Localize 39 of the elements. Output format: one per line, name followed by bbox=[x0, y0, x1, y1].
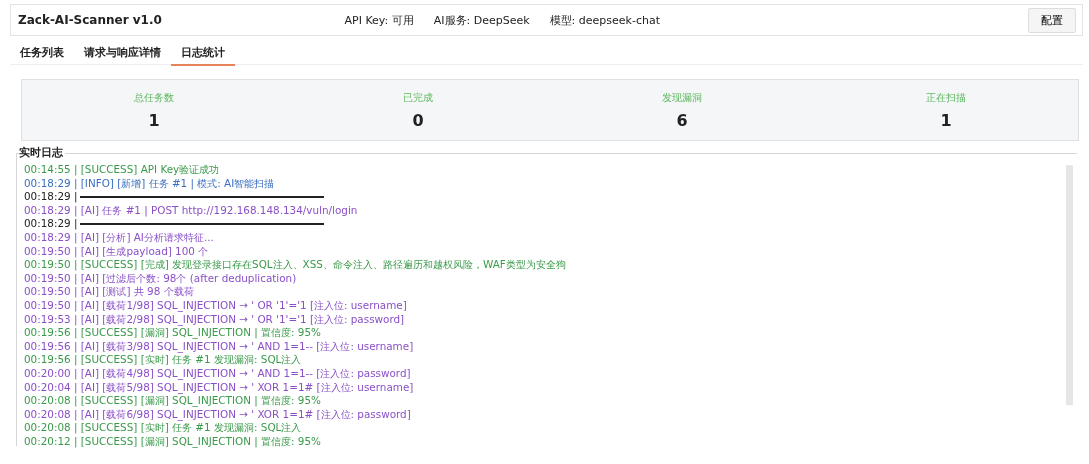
log-title: 实时日志 bbox=[19, 146, 65, 160]
stat-label: 发现漏洞 bbox=[662, 90, 702, 105]
status-text: 模型: deepseek-chat bbox=[549, 12, 660, 28]
log-line: 00:18:29 | [AI] 任务 #1 | POST http://192.168.148.134/vuln/login bbox=[24, 203, 358, 218]
log-line: 00:18:29 | [INFO] [新增] 任务 #1 | 模式: AI智能扫描 bbox=[24, 176, 275, 191]
status-text: AI服务: DeepSeek bbox=[433, 12, 530, 28]
log-line: 00:20:08 | [SUCCESS] [实时] 任务 #1 发现漏洞: SQL注入 bbox=[24, 421, 302, 435]
config-button[interactable]: 配置 bbox=[1028, 7, 1076, 33]
log-line: 00:19:50 | [AI] [过滤后个数: 98个 (after deduplication) bbox=[24, 271, 297, 286]
log-line: 00:19:56 | [AI] [载荷3/98] SQL_INJECTION → ' AND 1=1-- [注入位: username] bbox=[24, 339, 414, 354]
log-line: 00:18:29 | bbox=[24, 217, 78, 231]
log-line: 00:19:50 | [AI] [测试] 共 98 个载荷 bbox=[24, 285, 194, 299]
status-text: API Key: 可用 bbox=[344, 12, 414, 28]
log-line: 00:19:50 | [SUCCESS] [完成] 发现登录接口存在SQL注入、XSS、命令注入、路径遍历和越权风险，WAF类型为安全狗 bbox=[24, 258, 566, 272]
stat-value: 1 bbox=[940, 110, 952, 130]
log-line: 00:19:50 | [AI] [载荷1/98] SQL_INJECTION → ' OR '1'='1 [注入位: username] bbox=[24, 298, 407, 313]
log-line: 00:19:53 | [AI] [载荷2/98] SQL_INJECTION → ' OR '1'='1 [注入位: password] bbox=[24, 312, 405, 327]
tab[interactable]: 任务列表 bbox=[10, 42, 74, 66]
stat-label: 正在扫描 bbox=[926, 90, 966, 105]
log-line: 00:19:56 | [SUCCESS] [实时] 任务 #1 发现漏洞: SQL注入 bbox=[24, 353, 302, 367]
stat-value: 6 bbox=[676, 110, 688, 130]
stat-value: 0 bbox=[412, 110, 424, 130]
log-line: 00:18:29 | [AI] [分析] AI分析请求特征... bbox=[24, 230, 214, 245]
scrollbar[interactable] bbox=[1066, 165, 1073, 405]
log-line: 00:20:04 | [AI] [载荷5/98] SQL_INJECTION → ' XOR 1=1# [注入位: username] bbox=[24, 380, 414, 395]
tab[interactable]: 日志统计 bbox=[171, 42, 235, 66]
log-line: 00:20:00 | [AI] [载荷4/98] SQL_INJECTION → ' AND 1=1-- [注入位: password] bbox=[24, 366, 411, 381]
tab[interactable]: 请求与响应详情 bbox=[74, 42, 171, 66]
log-line: 00:20:08 | [AI] [载荷6/98] SQL_INJECTION → ' XOR 1=1# [注入位: password] bbox=[24, 407, 411, 422]
app-title: Zack-AI-Scanner v1.0 bbox=[18, 13, 163, 27]
log-line: 00:20:12 | [SUCCESS] [漏洞] SQL_INJECTION | 置信度: 95% bbox=[24, 434, 321, 449]
stat-label: 总任务数 bbox=[134, 90, 174, 105]
stat-label: 已完成 bbox=[403, 90, 433, 105]
log-line: 00:19:56 | [SUCCESS] [漏洞] SQL_INJECTION | 置信度: 95% bbox=[24, 326, 321, 340]
log-line: 00:20:08 | [SUCCESS] [漏洞] SQL_INJECTION | 置信度: 95% bbox=[24, 394, 321, 408]
log-line: 00:14:55 | [SUCCESS] API Key验证成功 bbox=[24, 163, 220, 177]
log-line: 00:19:50 | [AI] [生成payload] 100 个 bbox=[24, 244, 209, 259]
stat-value: 1 bbox=[148, 110, 160, 130]
log-line: 00:18:29 | bbox=[24, 190, 78, 204]
